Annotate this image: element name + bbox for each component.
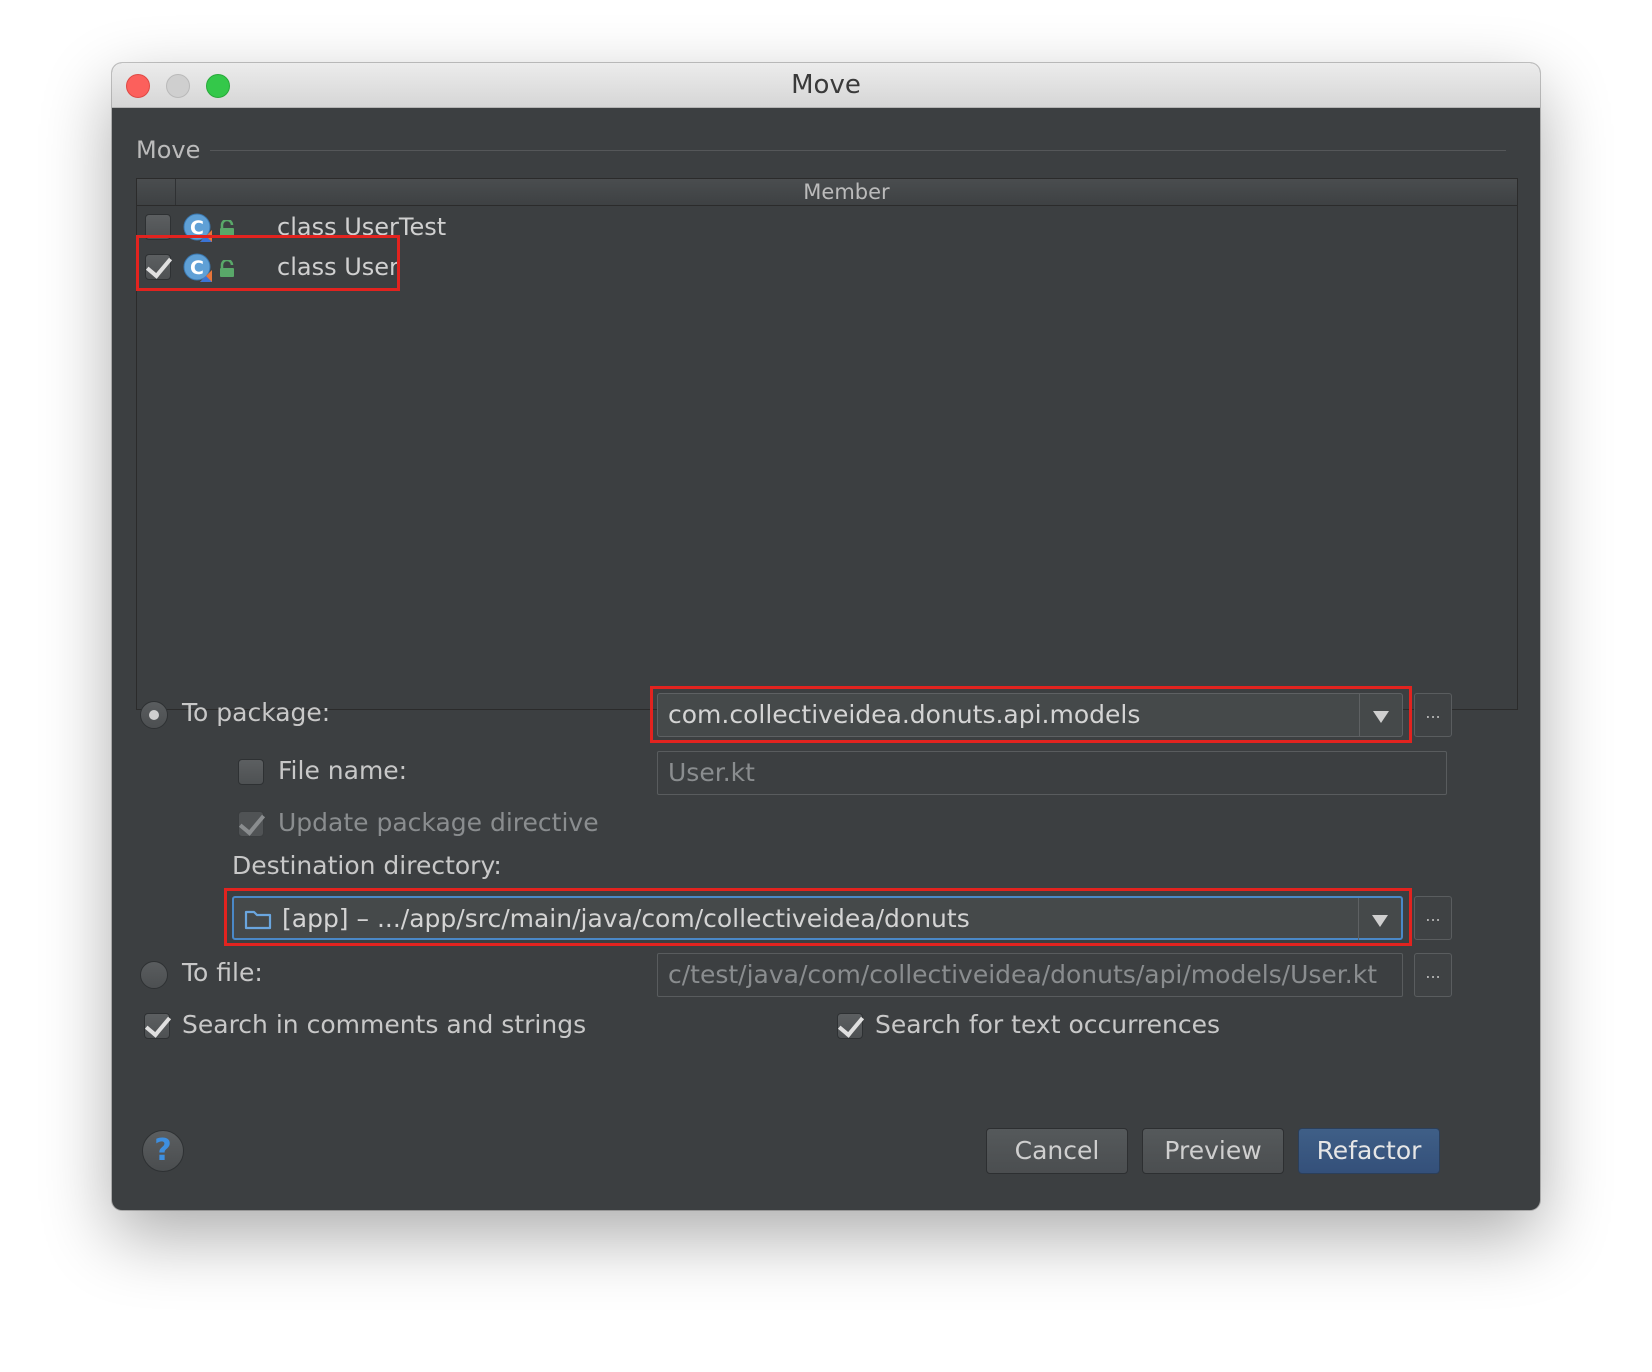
file-name-label: File name: [278, 756, 408, 785]
to-file-browse-button[interactable]: ... [1414, 953, 1452, 997]
package-combo[interactable]: com.collectiveidea.donuts.api.models [657, 693, 1403, 737]
destination-combo[interactable]: [app] – .../app/src/main/java/com/collec… [232, 896, 1403, 940]
table-header: Member [137, 179, 1517, 206]
member-label: class User [277, 253, 399, 281]
checkmark-icon [238, 808, 266, 836]
to-file-label: To file: [182, 958, 263, 987]
update-package-label: Update package directive [278, 808, 599, 837]
member-checkbox[interactable] [145, 251, 173, 280]
table-row[interactable]: C class UserTest [137, 206, 1517, 248]
chevron-down-icon [1373, 711, 1389, 723]
member-checkbox[interactable] [145, 214, 171, 240]
preview-button[interactable]: Preview [1142, 1128, 1284, 1174]
destination-dropdown-button[interactable] [1358, 898, 1401, 940]
search-comments-checkbox[interactable] [144, 1010, 172, 1039]
checkmark-icon [144, 1010, 172, 1038]
to-package-radio[interactable] [140, 701, 168, 729]
destination-label: Destination directory: [232, 851, 502, 880]
header-check-column[interactable] [137, 179, 176, 205]
refactor-button[interactable]: Refactor [1298, 1128, 1440, 1174]
help-button[interactable]: ? [142, 1130, 184, 1172]
svg-text:C: C [190, 257, 204, 279]
destination-value: [app] – .../app/src/main/java/com/collec… [282, 904, 970, 933]
search-comments-label: Search in comments and strings [182, 1010, 587, 1039]
dialog-content: Move Member C class UserTest C class Use… [112, 108, 1540, 1210]
package-dropdown-button[interactable] [1359, 694, 1402, 736]
to-file-radio[interactable] [140, 961, 168, 989]
public-lock-icon [220, 260, 234, 277]
group-divider [210, 150, 1506, 151]
table-row[interactable]: C class User [137, 246, 1517, 288]
package-browse-button[interactable]: ... [1414, 693, 1452, 737]
member-label: class UserTest [277, 213, 447, 241]
header-member-column[interactable]: Member [176, 179, 1517, 205]
file-name-field[interactable]: User.kt [657, 751, 1447, 795]
kotlin-class-icon: C [183, 253, 212, 282]
file-name-checkbox[interactable] [238, 759, 264, 785]
checkmark-icon [145, 251, 173, 279]
to-file-value: c/test/java/com/collectiveidea/donuts/ap… [668, 960, 1378, 989]
update-package-checkbox[interactable] [238, 808, 266, 837]
to-file-field[interactable]: c/test/java/com/collectiveidea/donuts/ap… [657, 953, 1403, 997]
move-dialog: Move Move Member C class UserTest C clas… [112, 63, 1540, 1210]
chevron-down-icon [1372, 915, 1388, 927]
search-text-label: Search for text occurrences [875, 1010, 1221, 1039]
window-title: Move [791, 70, 861, 100]
kotlin-class-icon: C [183, 213, 212, 242]
svg-text:C: C [190, 217, 204, 239]
package-value: com.collectiveidea.donuts.api.models [668, 700, 1141, 729]
folder-icon [244, 910, 272, 930]
to-package-label: To package: [182, 698, 331, 727]
checkmark-icon [837, 1010, 865, 1038]
title-bar[interactable]: Move [112, 63, 1540, 108]
public-lock-icon [220, 220, 234, 237]
radio-dot-icon [149, 710, 159, 720]
members-table: Member C class UserTest C class User [136, 178, 1518, 710]
file-name-value: User.kt [668, 758, 755, 787]
search-text-checkbox[interactable] [837, 1010, 865, 1039]
group-title: Move [136, 136, 201, 164]
cancel-button[interactable]: Cancel [986, 1128, 1128, 1174]
destination-browse-button[interactable]: ... [1414, 896, 1452, 940]
